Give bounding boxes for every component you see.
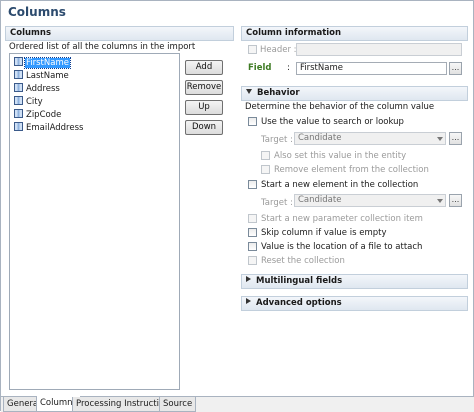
add-button[interactable]: Add <box>185 60 223 75</box>
columns-section-header: Columns <box>5 26 234 41</box>
start-new-checkbox[interactable] <box>248 180 257 189</box>
chevron-down-icon <box>246 89 252 94</box>
target2-value: Candidate <box>298 195 342 205</box>
target2-select[interactable]: Candidate <box>294 194 446 207</box>
remove-button[interactable]: Remove <box>185 80 223 95</box>
multilingual-header[interactable]: Multilingual fields <box>241 274 468 289</box>
header-checkbox[interactable] <box>248 45 257 54</box>
reset-collection-checkbox[interactable] <box>248 256 257 265</box>
column-info-header-label: Column information <box>246 28 342 38</box>
skip-empty-label: Skip column if value is empty <box>261 228 387 238</box>
header-label: Header : <box>260 45 297 55</box>
chevron-down-icon <box>437 199 443 203</box>
column-info-header: Column information <box>241 26 468 41</box>
up-button[interactable]: Up <box>185 100 223 115</box>
column-icon <box>14 122 23 131</box>
field-browse-button[interactable]: ... <box>449 62 462 75</box>
behavior-description: Determine the behavior of the column val… <box>245 102 435 112</box>
column-icon <box>14 83 23 92</box>
target2-label: Target : <box>261 198 293 208</box>
reset-collection-label: Reset the collection <box>261 256 345 266</box>
column-icon <box>14 96 23 105</box>
start-new-label: Start a new element in the collection <box>261 180 419 190</box>
file-location-checkbox[interactable] <box>248 242 257 251</box>
list-item[interactable]: EmailAddress <box>14 122 84 134</box>
field-colon: : <box>287 63 290 73</box>
field-label: Field <box>248 63 272 73</box>
target2-browse-button[interactable]: ... <box>449 194 462 207</box>
columns-description: Ordered list of all the columns in the i… <box>9 42 196 52</box>
field-input[interactable]: FirstName <box>296 62 447 75</box>
list-item[interactable]: ZipCode <box>14 109 62 121</box>
down-button[interactable]: Down <box>185 120 223 135</box>
list-item[interactable]: LastName <box>14 70 70 82</box>
advanced-header[interactable]: Advanced options <box>241 296 468 311</box>
column-icon <box>14 70 23 79</box>
page-title: Columns <box>8 5 66 19</box>
column-icon <box>14 57 23 66</box>
advanced-header-label: Advanced options <box>256 298 342 308</box>
chevron-right-icon <box>246 298 251 304</box>
list-item-label: LastName <box>26 71 69 81</box>
target1-value: Candidate <box>298 133 342 143</box>
header-input[interactable] <box>296 43 462 56</box>
list-item-label: Address <box>26 84 60 94</box>
editor-tabs: General Columns Processing Instructions … <box>1 396 474 412</box>
list-item[interactable]: Address <box>14 83 61 95</box>
behavior-header[interactable]: Behavior <box>241 86 468 101</box>
chevron-down-icon <box>437 137 443 141</box>
use-value-label: Use the value to search or lookup <box>261 117 404 127</box>
list-item-label: EmailAddress <box>26 123 84 133</box>
start-param-checkbox[interactable] <box>248 214 257 223</box>
list-item-label: FirstName <box>24 57 71 69</box>
column-icon <box>14 109 23 118</box>
target1-browse-button[interactable]: ... <box>449 132 462 145</box>
file-location-label: Value is the location of a file to attac… <box>261 242 423 252</box>
behavior-header-label: Behavior <box>257 88 300 98</box>
chevron-right-icon <box>246 276 251 282</box>
list-item[interactable]: FirstName <box>14 57 71 69</box>
tab-source[interactable]: Source <box>159 397 197 412</box>
also-set-label: Also set this value in the entity <box>274 151 407 161</box>
multilingual-header-label: Multilingual fields <box>256 276 343 286</box>
also-set-checkbox[interactable] <box>261 151 270 160</box>
columns-header-label: Columns <box>10 28 52 38</box>
remove-element-label: Remove element from the collection <box>274 165 429 175</box>
list-item[interactable]: City <box>14 96 44 108</box>
list-item-label: ZipCode <box>26 110 62 120</box>
skip-empty-checkbox[interactable] <box>248 228 257 237</box>
target1-select[interactable]: Candidate <box>294 132 446 145</box>
columns-editor: Columns Columns Ordered list of all the … <box>0 0 474 412</box>
remove-element-checkbox[interactable] <box>261 165 270 174</box>
target1-label: Target : <box>261 135 293 145</box>
columns-listbox[interactable]: FirstName LastName Address City ZipCode … <box>9 53 180 390</box>
list-item-label: City <box>26 97 43 107</box>
use-value-checkbox[interactable] <box>248 117 257 126</box>
start-param-label: Start a new parameter collection item <box>261 214 423 224</box>
